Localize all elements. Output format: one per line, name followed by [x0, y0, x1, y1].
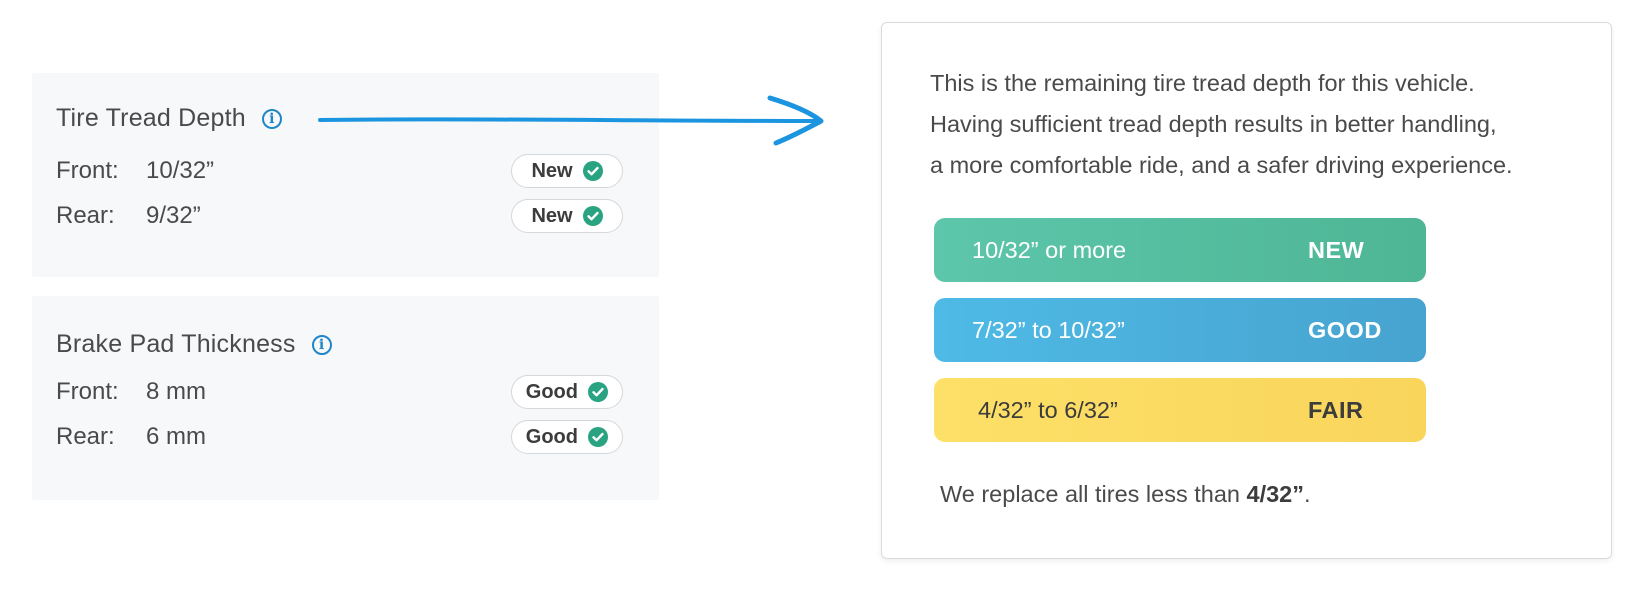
- check-circle-icon: [582, 161, 603, 181]
- info-icon[interactable]: i: [311, 334, 332, 355]
- tread-depth-info-popup: This is the remaining tire tread depth f…: [881, 22, 1612, 559]
- brake-front-row: Front: 8 mm Good: [56, 375, 623, 409]
- level-new: 10/32” or more NEW: [934, 218, 1426, 282]
- brake-pad-title: Brake Pad Thickness i: [56, 330, 332, 359]
- check-circle-icon: [588, 427, 608, 447]
- level-name: FAIR: [1308, 396, 1364, 423]
- popup-description: This is the remaining tire tread depth f…: [930, 63, 1590, 186]
- popup-line: a more comfortable ride, and a safer dri…: [930, 152, 1513, 178]
- popup-footnote: We replace all tires less than 4/32”.: [940, 481, 1311, 508]
- level-name: NEW: [1308, 236, 1365, 263]
- brake-pad-card: Brake Pad Thickness i Front: 8 mm Good R…: [32, 296, 659, 500]
- level-fair: 4/32” to 6/32” FAIR: [934, 378, 1426, 442]
- level-range: 4/32” to 6/32”: [978, 396, 1118, 423]
- footnote-suffix: .: [1304, 481, 1311, 507]
- status-badge: New: [511, 154, 623, 188]
- status-badge: Good: [510, 375, 623, 409]
- tire-rear-row: Rear: 9/32” New: [56, 199, 623, 233]
- row-value: 6 mm: [146, 423, 206, 450]
- row-label: Rear:: [56, 202, 115, 229]
- level-good: 7/32” to 10/32” GOOD: [934, 298, 1426, 362]
- status-text: Good: [525, 380, 578, 403]
- popup-line: This is the remaining tire tread depth f…: [930, 70, 1475, 96]
- row-label: Rear:: [56, 423, 115, 450]
- status-text: New: [531, 159, 573, 182]
- row-value: 8 mm: [146, 378, 206, 405]
- status-text: New: [531, 204, 573, 227]
- check-circle-icon: [582, 206, 603, 226]
- popup-line: Having sufficient tread depth results in…: [930, 111, 1497, 137]
- tire-tread-title: Tire Tread Depth i: [56, 104, 282, 133]
- brake-pad-title-text: Brake Pad Thickness: [56, 330, 296, 358]
- row-value: 9/32”: [146, 202, 201, 229]
- row-label: Front:: [56, 157, 119, 184]
- status-badge: New: [511, 199, 623, 233]
- brake-rear-row: Rear: 6 mm Good: [56, 420, 623, 454]
- row-value: 10/32”: [146, 157, 215, 184]
- pointer-arrow-icon: [318, 95, 824, 146]
- footnote-prefix: We replace all tires less than: [940, 481, 1247, 507]
- tire-front-row: Front: 10/32” New: [56, 154, 623, 188]
- level-range: 7/32” to 10/32”: [972, 316, 1125, 343]
- level-name: GOOD: [1308, 316, 1382, 343]
- status-text: Good: [525, 425, 578, 448]
- info-icon[interactable]: i: [261, 108, 282, 129]
- footnote-value: 4/32”: [1246, 481, 1305, 507]
- check-circle-icon: [588, 382, 608, 402]
- level-range: 10/32” or more: [972, 236, 1127, 263]
- row-label: Front:: [56, 378, 119, 405]
- tire-tread-title-text: Tire Tread Depth: [56, 104, 246, 132]
- status-badge: Good: [510, 420, 623, 454]
